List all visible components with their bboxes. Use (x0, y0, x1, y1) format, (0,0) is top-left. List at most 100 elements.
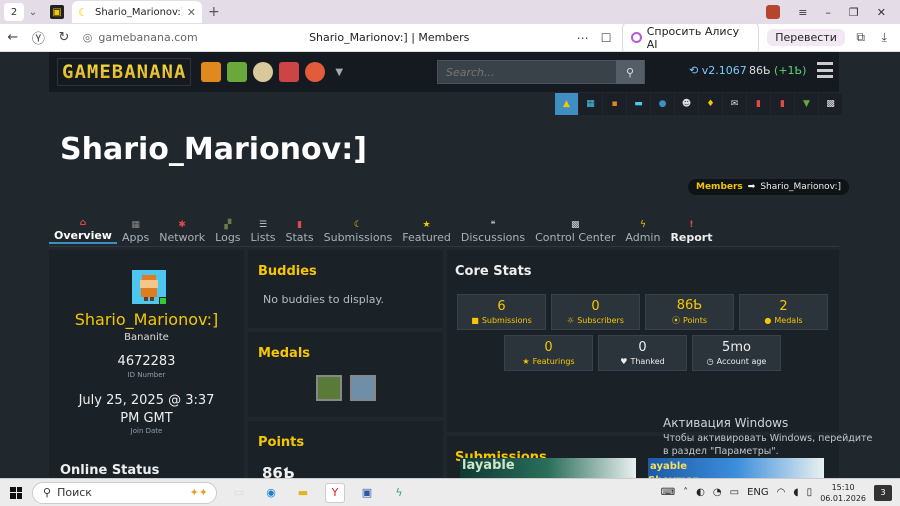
tab-lists[interactable]: ☰ Lists (246, 216, 281, 244)
chart-icon[interactable]: ▮ (771, 93, 794, 115)
banana-icon: ☾ (78, 6, 88, 19)
medal-icon[interactable] (349, 375, 376, 401)
face-icon[interactable]: ☻ (675, 93, 698, 115)
breadcrumb: Members ➡ Shario_Marionov:] (688, 179, 850, 195)
active-browser-tab[interactable]: ☾ Shario_Marionov:] | Mem ✕ (72, 1, 202, 23)
stats-icon[interactable]: ▮ (747, 93, 770, 115)
tab-count[interactable]: 2 (4, 3, 24, 21)
breadcrumb-members[interactable]: Members (696, 182, 743, 192)
search-icon[interactable]: ⚲ (616, 60, 644, 84)
speaker-icon[interactable]: ◖ (793, 487, 798, 498)
tab-overview[interactable]: ⌂ Overview (49, 216, 117, 244)
tab-stats[interactable]: ▮ Stats (281, 216, 319, 244)
site-info-icon[interactable]: ◎ (83, 31, 93, 44)
pictures-icon[interactable]: ▬ (627, 93, 650, 115)
menu-icon[interactable]: ≡ (798, 6, 807, 19)
gamebanana-tab-icon[interactable]: ▣ (50, 5, 64, 19)
hamburger-menu-icon[interactable] (817, 62, 833, 78)
page-title-display: Shario_Marionov:] | Members (309, 31, 470, 44)
globe-icon[interactable]: ● (651, 93, 674, 115)
tab-logs[interactable]: ▞ Logs (210, 216, 245, 244)
download-icon[interactable]: ⤓ (876, 30, 892, 45)
tab-network[interactable]: ✱ Network (154, 216, 210, 244)
profile-avatar[interactable] (766, 5, 781, 19)
core-stats-heading: Core Stats (455, 264, 532, 279)
app-icon[interactable]: ▣ (357, 483, 377, 503)
ask-alice-button[interactable]: Спросить Алису AI (621, 21, 760, 54)
stat-points[interactable]: 86Ƅ ⦿ Points (645, 294, 734, 330)
bolt-app-icon[interactable]: ϟ (389, 483, 409, 503)
game-icon-rayman[interactable] (305, 62, 326, 82)
clock[interactable]: 15:10 06.01.2026 (820, 482, 866, 504)
stat-thanked[interactable]: 0 ♥ Thanked (598, 335, 687, 371)
close-tab-icon[interactable]: ✕ (187, 6, 196, 19)
buddies-empty: No buddies to display. (263, 293, 384, 306)
points-display[interactable]: 86Ƅ (+1Ƅ) (749, 64, 806, 77)
search-input[interactable] (438, 65, 616, 79)
site-search[interactable]: ⚲ (437, 60, 645, 84)
stat-medals[interactable]: 2 ● Medals (739, 294, 828, 330)
language-indicator[interactable]: ENG (747, 487, 769, 498)
avatar-icon[interactable]: ▦ (579, 93, 602, 115)
battery-icon[interactable]: ▯ (807, 487, 813, 498)
taskbar-search[interactable]: ⚲ Поиск ✦✦ (32, 481, 217, 504)
grid-icon[interactable]: ▪ (603, 93, 626, 115)
chevron-down-icon[interactable]: ⌄ (24, 7, 42, 18)
tab-apps[interactable]: ▦ Apps (117, 216, 154, 244)
start-button[interactable] (0, 486, 32, 499)
submission-thumbnail[interactable]: ayable Shoyman (648, 458, 824, 478)
gamebanana-logo[interactable]: GAMEBANANA (57, 58, 192, 86)
collections-icon[interactable]: ⧉ (853, 30, 869, 45)
edge-icon[interactable]: ◉ (261, 483, 281, 503)
wifi-icon[interactable]: ◠ (777, 487, 786, 498)
notifications-icon[interactable]: 3 (874, 484, 892, 501)
tab-featured[interactable]: ★ Featured (397, 216, 456, 244)
submission-thumbnail[interactable]: layable (460, 458, 636, 478)
translate-button[interactable]: Перевести (767, 29, 845, 46)
logs-icon: ▞ (224, 220, 232, 230)
tab-report[interactable]: ! Report (665, 216, 717, 244)
game-icon-4[interactable] (279, 62, 300, 82)
volume-icon[interactable]: ◔ (713, 487, 722, 498)
stat-account-age[interactable]: 5mo ◷ Account age (692, 335, 781, 371)
bookmark-icon[interactable]: ☐ (598, 31, 614, 45)
buddies-panel: Buddies No buddies to display. (248, 250, 443, 328)
new-tab-button[interactable]: + (208, 4, 220, 20)
task-view-icon[interactable]: ▭ (229, 483, 249, 503)
stat-featurings[interactable]: 0 ★ Featurings (504, 335, 593, 371)
browser-tabbar: 2 ⌄ ▣ ☾ Shario_Marionov:] | Mem ✕ + ≡ – … (0, 0, 900, 24)
stat-subscribers[interactable]: 0 ☼ Subscribers (551, 294, 640, 330)
chevron-down-icon[interactable]: ▼ (335, 67, 343, 78)
game-icon-2[interactable] (227, 62, 248, 82)
stat-submissions[interactable]: 6 ■ Submissions (457, 294, 546, 330)
more-icon[interactable]: ⋯ (575, 31, 591, 45)
tab-submissions[interactable]: ☾ Submissions (319, 216, 398, 244)
address-bar: ← Ⓨ ↻ ◎ gamebanana.com Shario_Marionov:]… (0, 21, 900, 54)
bulb-icon[interactable]: ♦ (699, 93, 722, 115)
minimize-icon[interactable]: – (825, 6, 831, 19)
reload-icon[interactable]: ↻ (51, 30, 77, 45)
alert-icon[interactable]: ▲ (555, 93, 578, 115)
tab-control-center[interactable]: ▩ Control Center (530, 216, 620, 244)
url-field[interactable]: ◎ gamebanana.com (83, 31, 309, 44)
restore-icon[interactable]: ❐ (849, 6, 859, 19)
network-tray-icon[interactable]: ◐ (696, 487, 705, 498)
game-icon-3[interactable] (253, 62, 274, 82)
game-icon-mario-block[interactable] (201, 62, 222, 82)
display-icon[interactable]: ▭ (730, 487, 739, 498)
tab-admin[interactable]: ϟ Admin (620, 216, 665, 244)
close-window-icon[interactable]: ✕ (877, 6, 886, 19)
file-explorer-icon[interactable]: ▬ (293, 483, 313, 503)
download-icon[interactable]: ▼ (795, 93, 818, 115)
yandex-browser-icon[interactable]: Y (325, 482, 345, 503)
yandex-icon[interactable]: Ⓨ (26, 28, 52, 47)
tab-discussions[interactable]: ❝ Discussions (456, 216, 530, 244)
medal-icon[interactable] (315, 375, 342, 401)
version-link[interactable]: ⟲ v2.1067 (689, 64, 747, 77)
settings-icon[interactable]: ▩ (819, 93, 842, 115)
back-icon[interactable]: ← (0, 30, 26, 45)
chevron-up-icon[interactable]: ˄ (683, 487, 688, 498)
mail-icon[interactable]: ✉ (723, 93, 746, 115)
keyboard-icon[interactable]: ⌨ (661, 487, 675, 498)
username[interactable]: Shario_Marionov:] (49, 310, 244, 329)
